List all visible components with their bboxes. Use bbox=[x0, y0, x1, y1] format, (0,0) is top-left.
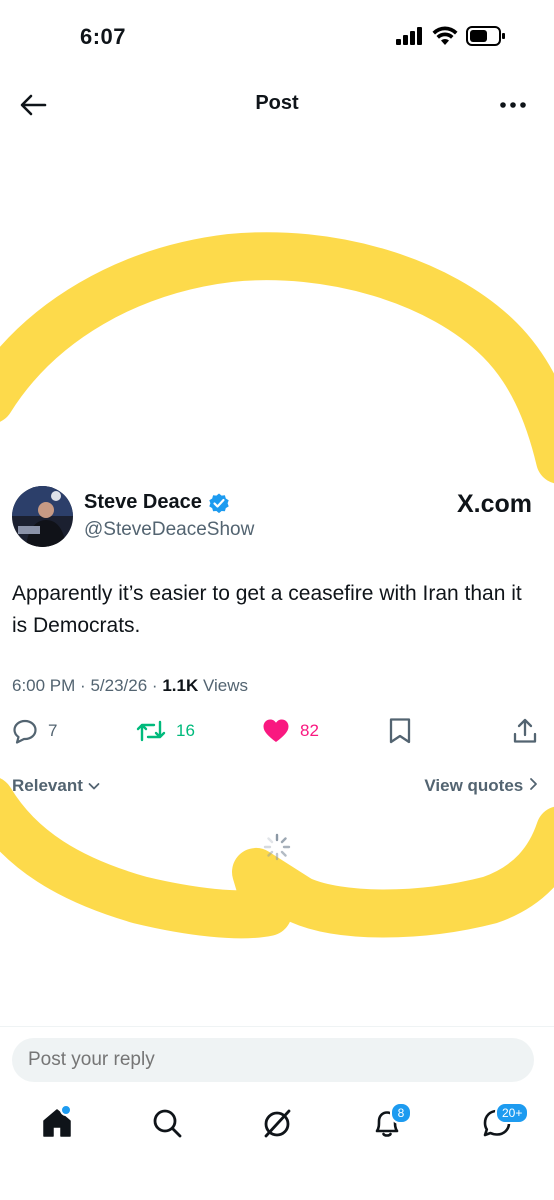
bookmark-icon bbox=[389, 718, 411, 744]
chevron-right-icon bbox=[530, 778, 537, 790]
x-com-logo: X.com bbox=[456, 490, 532, 518]
tweet-time[interactable]: 6:00 PM bbox=[12, 676, 75, 695]
meta-separator: · bbox=[151, 676, 158, 695]
reply-button[interactable]: 7 bbox=[12, 716, 57, 746]
like-count: 82 bbox=[300, 721, 319, 740]
wifi-icon bbox=[432, 26, 458, 45]
heart-icon bbox=[263, 719, 289, 742]
views-label: Views bbox=[202, 676, 249, 695]
status-icons bbox=[396, 26, 506, 46]
author-handle[interactable]: @SteveDeaceShow bbox=[84, 519, 254, 541]
bookmark-button[interactable] bbox=[388, 716, 412, 746]
view-quotes-link[interactable]: View quotes bbox=[424, 776, 538, 796]
views-count: 1.1K bbox=[162, 676, 199, 695]
share-button[interactable] bbox=[512, 716, 538, 746]
cellular-signal-icon bbox=[396, 27, 422, 45]
sort-label: Relevant bbox=[12, 776, 83, 795]
author-name[interactable]: Steve Deace bbox=[84, 491, 202, 514]
divider bbox=[0, 1026, 554, 1027]
search-icon[interactable] bbox=[150, 1106, 184, 1140]
reply-icon bbox=[13, 719, 37, 744]
reply-input[interactable] bbox=[12, 1038, 534, 1082]
tweet-meta: 6:00 PM · 5/23/26 · 1.1K Views bbox=[12, 676, 248, 696]
view-quotes-label: View quotes bbox=[424, 776, 524, 795]
retweet-count: 16 bbox=[176, 721, 195, 740]
avatar[interactable] bbox=[12, 486, 73, 547]
messages-badge: 20+ bbox=[495, 1102, 530, 1124]
tweet-date[interactable]: 5/23/26 bbox=[90, 676, 147, 695]
page-title: Post bbox=[255, 92, 299, 114]
meta-separator: · bbox=[80, 676, 86, 695]
loading-spinner-icon bbox=[263, 833, 291, 861]
sort-dropdown[interactable]: Relevant bbox=[12, 776, 100, 796]
reply-count: 7 bbox=[48, 721, 58, 740]
verified-badge-icon bbox=[209, 493, 229, 514]
notifications-badge: 8 bbox=[390, 1102, 412, 1124]
tweet-text: Apparently it’s easier to get a ceasefir… bbox=[12, 582, 522, 637]
grok-icon[interactable] bbox=[260, 1106, 294, 1140]
home-unread-dot bbox=[60, 1104, 72, 1116]
like-button[interactable]: 82 bbox=[262, 716, 319, 746]
status-time: 6:07 bbox=[80, 24, 127, 49]
battery-icon bbox=[466, 26, 505, 46]
more-options-icon[interactable] bbox=[498, 92, 528, 118]
avatar-photo bbox=[12, 486, 73, 547]
share-icon bbox=[513, 718, 537, 743]
chevron-down-icon bbox=[88, 783, 100, 790]
retweet-icon bbox=[136, 720, 166, 742]
retweet-button[interactable]: 16 bbox=[136, 716, 195, 746]
